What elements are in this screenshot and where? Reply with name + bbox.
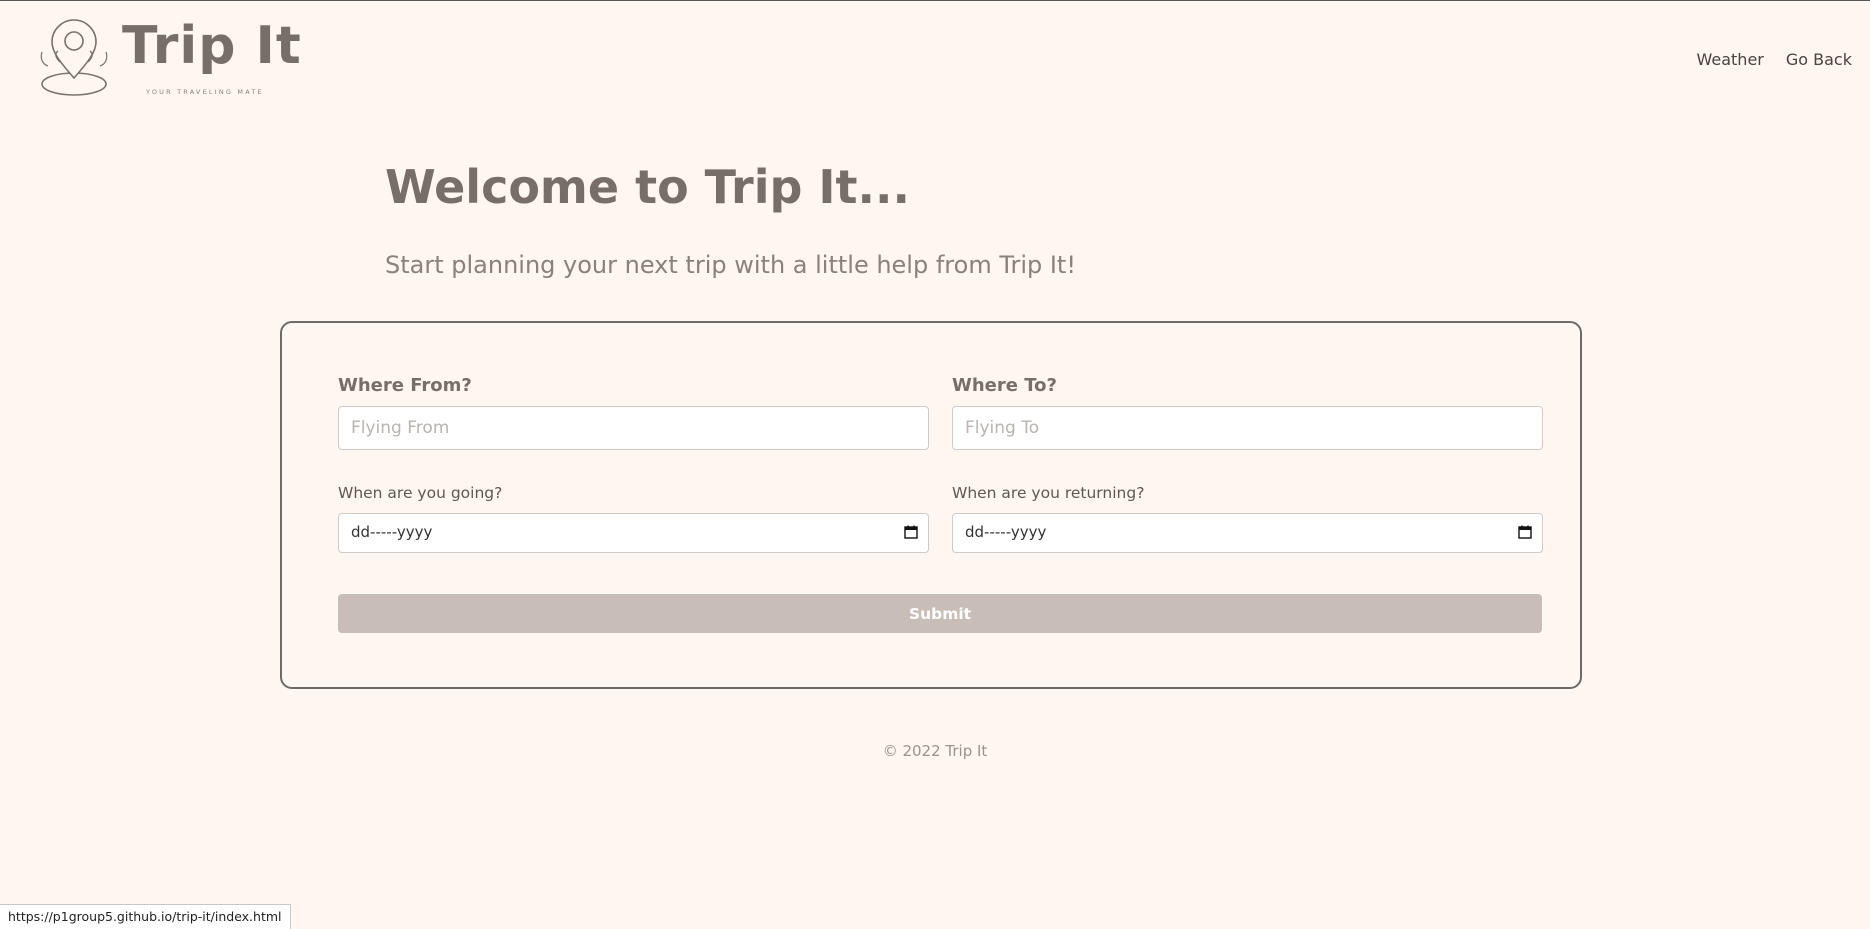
status-bar-url: https://p1group5.github.io/trip-it/index… [0, 904, 291, 929]
depart-date-value: dd-----yyyy [351, 523, 433, 541]
calendar-icon[interactable] [1518, 525, 1532, 539]
footer-copyright: © 2022 Trip It [882, 742, 988, 760]
return-date-value: dd-----yyyy [965, 523, 1047, 541]
submit-button[interactable]: Submit [338, 594, 1542, 633]
from-label: Where From? [338, 375, 472, 396]
trip-search-form: Where From? Where To? When are you going… [280, 321, 1582, 689]
depart-date-label: When are you going? [338, 484, 503, 502]
to-label: Where To? [952, 375, 1057, 396]
top-nav: Weather Go Back [1697, 50, 1853, 69]
brand-tagline: YOUR TRAVELING MATE [146, 88, 264, 96]
nav-weather-link[interactable]: Weather [1697, 50, 1764, 69]
page-subtitle: Start planning your next trip with a lit… [385, 251, 1076, 279]
to-input[interactable] [953, 407, 1542, 449]
nav-go-back-link[interactable]: Go Back [1786, 50, 1852, 69]
map-pin-traveler-icon [40, 19, 108, 96]
return-date-input[interactable]: dd-----yyyy [952, 513, 1543, 553]
from-field[interactable] [338, 406, 929, 450]
to-field[interactable] [952, 406, 1543, 450]
depart-date-input[interactable]: dd-----yyyy [338, 513, 929, 553]
return-date-label: When are you returning? [952, 484, 1145, 502]
brand-logo[interactable]: Trip It YOUR TRAVELING MATE [38, 16, 301, 102]
brand-name: Trip It [122, 16, 302, 76]
calendar-icon[interactable] [904, 525, 918, 539]
window-top-border [0, 0, 1870, 1]
page-title: Welcome to Trip It... [385, 160, 910, 214]
from-input[interactable] [339, 407, 928, 449]
